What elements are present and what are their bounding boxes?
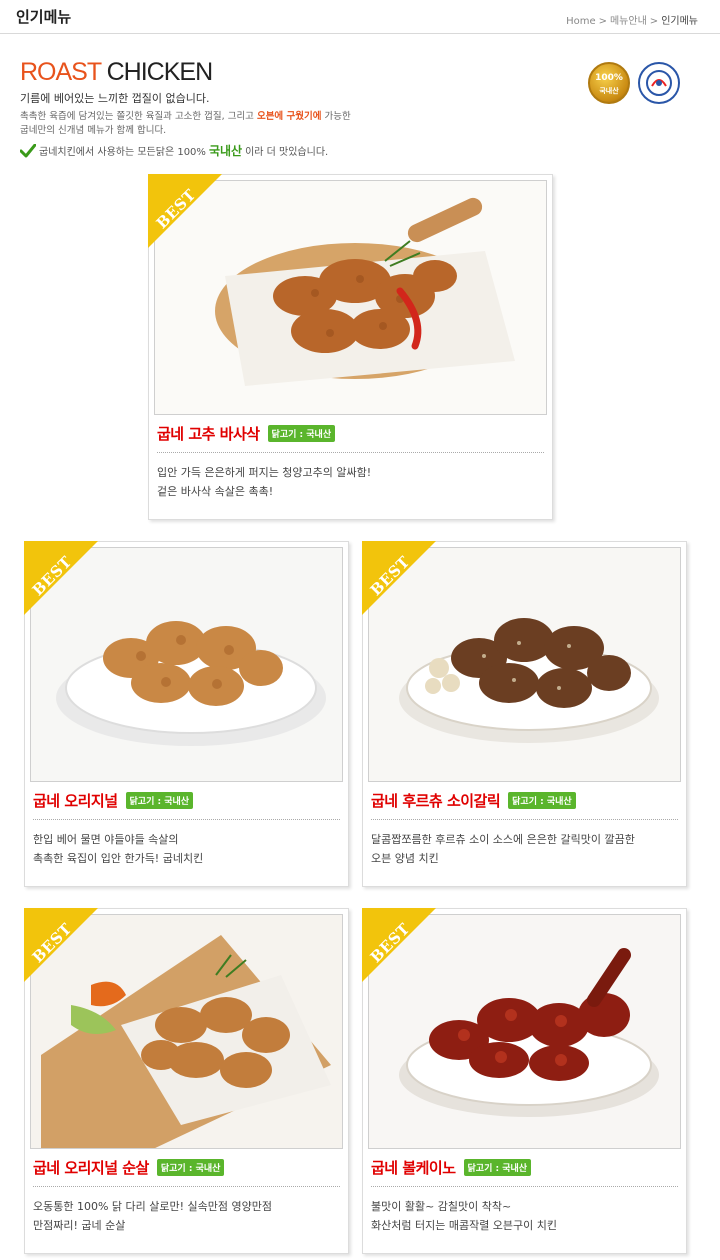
menu-desc-line: 달콤짭쪼름한 후르츄 소이 소스에 은은한 갈릭맛이 깔끔한 <box>371 833 635 846</box>
check-icon <box>20 143 36 157</box>
best-ribbon: BEST <box>24 908 98 982</box>
brand-title-main: CHICKEN <box>106 58 214 86</box>
origin-tag: 닭고기 : 국내산 <box>125 792 194 809</box>
menu-name-row: 굽네 고추 바사삭 닭고기 : 국내산 <box>157 423 544 444</box>
intro-desc-highlight: 오븐에 구웠기에 <box>256 111 322 122</box>
origin-tag: 닭고기 : 국내산 <box>508 792 576 809</box>
menu-description: 오동통한 100% 닭 다리 살로만! 실속만점 영양만점 만점짜리! 굽네 순… <box>33 1197 342 1235</box>
origin-notice-text: 굽네치킨에서 사용하는 모든닭은 100% <box>39 147 206 158</box>
menu-desc-line: 불맛이 활활~ 감칠맛이 착착~ <box>371 1200 512 1213</box>
badge-percent: 100% <box>595 73 623 83</box>
badge-label: 국내산 <box>599 87 619 95</box>
origin-tag: 닭고기 : 국내산 <box>463 1159 532 1176</box>
menu-name-row: 굽네 오리지널 순살 닭고기 : 국내산 <box>33 1157 340 1178</box>
divider <box>157 452 544 453</box>
best-ribbon: BEST <box>148 174 222 248</box>
intro-desc-text: 가능한 <box>321 111 351 122</box>
menu-description: 달콤짭쪼름한 후르츄 소이 소스에 은은한 갈릭맛이 깔끔한 오븐 양념 치킨 <box>371 830 680 868</box>
menu-name[interactable]: 굽네 오리지널 <box>33 790 118 811</box>
brand-title-accent: ROAST <box>20 58 102 86</box>
menu-description: 불맛이 활활~ 감칠맛이 착착~ 화산처럼 터지는 매콤작렬 오븐구이 치킨 <box>371 1197 680 1235</box>
menu-desc-line: 입안 가득 은은하게 퍼지는 청양고추의 알싸함! <box>157 466 372 479</box>
menu-desc-line: 만점짜리! 굽네 순살 <box>33 1219 126 1232</box>
menu-name-row: 굽네 볼케이노 닭고기 : 국내산 <box>371 1157 678 1178</box>
origin-tag: 닭고기 : 국내산 <box>267 425 336 442</box>
menu-card-hot-pepper[interactable]: BEST 굽네 고추 바사삭 닭고기 : 국내산 입안 가득 은은하게 퍼지는 … <box>148 174 553 520</box>
origin-notice-text-end: 이라 더 맛있습니다. <box>245 147 329 158</box>
origin-notice-highlight: 국내산 <box>208 144 243 158</box>
menu-card-original-boneless[interactable]: BEST 굽네 오리지널 순살 닭고기 : 국내산 오동통한 100% 닭 다리… <box>24 908 349 1254</box>
page-title: 인기메뉴 <box>16 8 72 26</box>
intro-desc-line2: 굽네만의 신개념 메뉴가 함께 합니다. <box>20 125 167 136</box>
menu-card-original[interactable]: BEST 굽네 오리지널 닭고기 : 국내산 한입 베어 물면 야들야들 속살의… <box>24 541 349 887</box>
page-header: 인기메뉴 Home > 메뉴안내 > 인기메뉴 <box>0 0 720 34</box>
menu-description: 한입 베어 물면 야들야들 속살의 촉촉한 육집이 입안 한가득! 굽네치킨 <box>33 830 342 868</box>
intro-desc-text: 촉촉한 육즙에 담겨있는 쫄깃한 육질과 고소한 껍질, 그리고 <box>20 111 257 122</box>
menu-desc-line: 화산처럼 터지는 매콤작렬 오븐구이 치킨 <box>371 1219 558 1232</box>
menu-name-row: 굽네 오리지널 닭고기 : 국내산 <box>33 790 340 811</box>
menu-desc-line: 겉은 바사삭 속살은 촉촉! <box>157 485 274 498</box>
divider <box>33 1186 340 1187</box>
intro-description: 촉촉한 육즙에 담겨있는 쫄깃한 육질과 고소한 껍질, 그리고 오븐에 구웠기… <box>20 110 400 138</box>
origin-tag: 닭고기 : 국내산 <box>156 1159 225 1176</box>
divider <box>371 1186 678 1187</box>
menu-card-volcano[interactable]: BEST 굽네 볼케이노 닭고기 : 국내산 불맛이 활활~ 감칠맛이 착착~ … <box>362 908 687 1254</box>
breadcrumb-separator: > <box>598 16 607 27</box>
menu-desc-line: 촉촉한 육집이 입안 한가득! 굽네치킨 <box>33 852 204 865</box>
domestic-100-badge-icon: 100% 국내산 <box>588 62 630 104</box>
menu-description: 입안 가득 은은하게 퍼지는 청양고추의 알싸함! 겉은 바사삭 속살은 촉촉! <box>157 463 546 501</box>
certification-badges: 100% 국내산 <box>586 58 686 108</box>
menu-name[interactable]: 굽네 볼케이노 <box>371 1157 456 1178</box>
breadcrumb-current: 인기메뉴 <box>661 16 698 27</box>
breadcrumb-separator: > <box>649 16 659 27</box>
menu-card-soy-garlic[interactable]: BEST 굽네 후르츄 소이갈릭 닭고기 : 국내산 달콤짭쪼름한 후르츄 소이… <box>362 541 687 887</box>
best-ribbon: BEST <box>362 541 436 615</box>
best-ribbon: BEST <box>362 908 436 982</box>
best-ribbon: BEST <box>24 541 98 615</box>
menu-desc-line: 한입 베어 물면 야들야들 속살의 <box>33 833 179 846</box>
menu-name[interactable]: 굽네 후르츄 소이갈릭 <box>371 790 501 811</box>
divider <box>33 819 340 820</box>
menu-desc-line: 오븐 양념 치킨 <box>371 852 439 865</box>
breadcrumb-menu-info[interactable]: 메뉴안내 <box>610 16 647 27</box>
intro-section: ROAST CHICKEN 기름에 베어있는 느끼한 껍질이 없습니다. 촉촉한… <box>20 58 700 168</box>
menu-name[interactable]: 굽네 고추 바사삭 <box>157 423 260 444</box>
breadcrumb: Home > 메뉴안내 > 인기메뉴 <box>566 12 698 27</box>
menu-name-row: 굽네 후르츄 소이갈릭 닭고기 : 국내산 <box>371 790 678 811</box>
menu-desc-line: 오동통한 100% 닭 다리 살로만! 실속만점 영양만점 <box>33 1200 272 1213</box>
breadcrumb-home[interactable]: Home <box>566 16 596 27</box>
certification-mark-icon <box>638 62 680 104</box>
origin-notice: 굽네치킨에서 사용하는 모든닭은 100% 국내산 이라 더 맛있습니다. <box>20 142 700 159</box>
menu-name[interactable]: 굽네 오리지널 순살 <box>33 1157 149 1178</box>
divider <box>371 819 678 820</box>
